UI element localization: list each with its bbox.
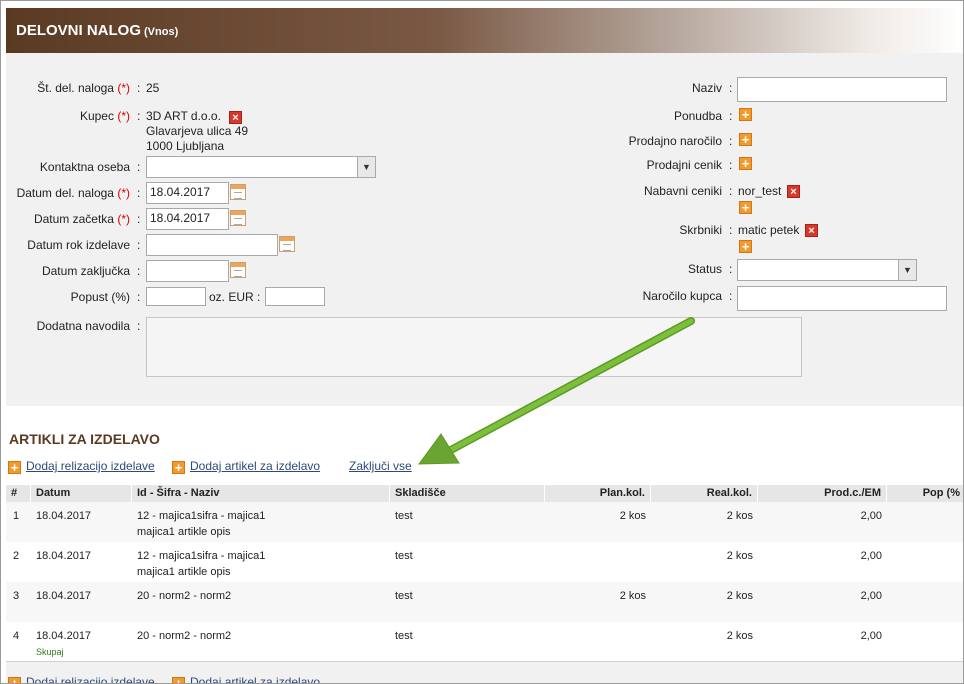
annotation-arrow [417, 317, 695, 465]
app-window: DELOVNI NALOG (Vnos) Št. del. naloga (*) … [0, 0, 964, 684]
